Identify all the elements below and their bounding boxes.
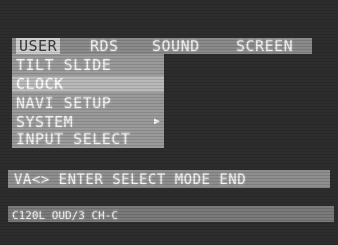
menu-item-system[interactable]: SYSTEM ▶ [12,114,164,130]
help-text: VA<> ENTER SELECT MODE END [14,172,247,188]
menu-item-label: INPUT SELECT [16,130,131,148]
tab-user[interactable]: USER [16,38,61,54]
tab-rds[interactable]: RDS [90,38,119,54]
menu-item-label: CLOCK [16,75,64,93]
menu-item-input-select[interactable]: INPUT SELECT [12,131,164,147]
menu-item-label: TILT SLIDE [16,56,112,74]
tab-sound[interactable]: SOUND [152,38,200,54]
menu-item-tilt-slide[interactable]: TILT SLIDE [12,57,164,73]
menu-item-label: SYSTEM [16,113,74,131]
user-dropdown-menu: TILT SLIDE CLOCK NAVI SETUP SYSTEM ▶ INP… [12,54,164,148]
menu-item-navi-setup[interactable]: NAVI SETUP [12,95,164,111]
status-bar: C120L OUD/3 CH-C [8,206,334,222]
menu-item-label: NAVI SETUP [16,94,112,112]
status-text: C120L OUD/3 CH-C [12,209,118,222]
osd-menu-bar: USER RDS SOUND SCREEN [12,38,312,54]
osd-screen: USER RDS SOUND SCREEN TILT SLIDE CLOCK N… [0,0,338,245]
triangle-right-icon: ▶ [153,116,160,127]
help-bar: VA<> ENTER SELECT MODE END [8,170,330,188]
tab-screen[interactable]: SCREEN [236,38,293,54]
menu-item-clock[interactable]: CLOCK [12,76,164,92]
